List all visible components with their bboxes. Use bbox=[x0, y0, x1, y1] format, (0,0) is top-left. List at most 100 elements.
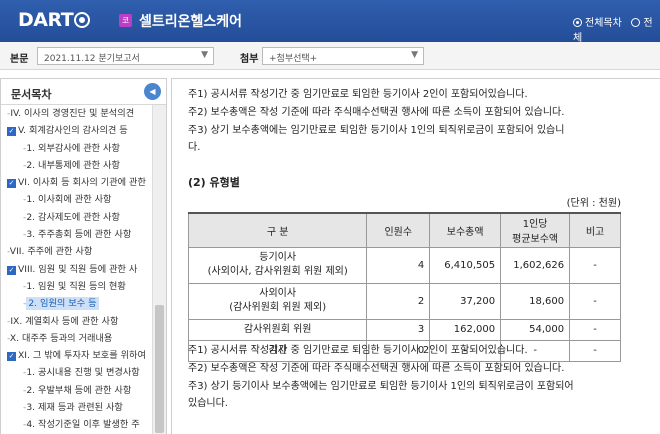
toc-item-label: 2. 감사제도에 관한 사항 bbox=[26, 211, 120, 223]
top-header: DART 코 셀트리온헬스케어 전체목차 전체 bbox=[0, 0, 660, 44]
document-content: 주1) 공시서류 작성기간 중 임기만료로 퇴임한 등기이사 2인이 포함되어있… bbox=[171, 78, 660, 434]
category-detail: (사외이사, 감사위원회 위원 제외) bbox=[207, 266, 348, 277]
toc-scroll-thumb[interactable] bbox=[155, 305, 164, 433]
toc-scrollbar[interactable] bbox=[152, 105, 166, 434]
toc-item-label: V. 회계감사인의 감사의견 등 bbox=[18, 125, 128, 137]
cell-note: - bbox=[569, 282, 621, 320]
toc-item-label: 1. 이사회에 관한 사항 bbox=[26, 194, 112, 206]
note-bottom-3: 주3) 상기 등기이사 보수총액에는 임기만료로 퇴임한 등기이사 1인의 퇴직… bbox=[188, 381, 574, 392]
toc-item[interactable]: -1. 임원 및 직원 등의 현황 bbox=[1, 278, 153, 295]
report-select-value: 2021.11.12 분기보고서 bbox=[44, 54, 140, 64]
note-bottom-1: 주1) 공시서류 작성기간 중 임기만료로 퇴임한 등기이사 2인이 포함되어있… bbox=[188, 345, 528, 356]
toc-item[interactable]: -IX. 계열회사 등에 관한 사항 bbox=[1, 313, 153, 330]
toc-item-label: 1. 임원 및 직원 등의 현황 bbox=[26, 280, 126, 292]
toc-item[interactable]: -1. 외부감사에 관한 사항 bbox=[1, 140, 153, 157]
tree-expander-icon[interactable]: ✓ bbox=[7, 265, 16, 275]
attach-select[interactable]: +첨부선택+ ▼ bbox=[262, 47, 424, 65]
toc-full-radio[interactable]: 전체목차 bbox=[573, 18, 622, 29]
table-row: 감사위원회 위원 3 162,000 54,000- bbox=[187, 318, 621, 341]
note-top-3: 주3) 상기 보수총액에는 임기만료로 퇴임한 등기이사 1인의 퇴직위로금이 … bbox=[188, 125, 565, 136]
toc-item[interactable]: -2. 감사제도에 관한 사항 bbox=[1, 209, 153, 226]
cell-note: - bbox=[569, 339, 621, 362]
collapse-sidebar-button[interactable]: ◀ bbox=[144, 83, 161, 100]
cell-count: 4 bbox=[366, 246, 431, 284]
toc-sidebar: 문서목차 ◀ -IV. 이사의 경영진단 및 분석의견 ✓ V. 회계감사인의 감사… bbox=[0, 78, 167, 434]
table-row: 사외이사 (감사위원회 위원 제외) 2 37,200 18,600- bbox=[187, 282, 621, 320]
cell-total: 162,000 bbox=[429, 318, 502, 341]
toc-item[interactable]: -3. 주주총회 등에 관한 사항 bbox=[1, 226, 153, 243]
toc-title: 문서목차 bbox=[11, 88, 52, 101]
note-top-2: 주2) 보수총액은 작성 기준에 따라 주식매수선택권 행사에 따른 소득이 포… bbox=[188, 107, 565, 118]
header-avg-line1: 1인당 bbox=[522, 219, 548, 231]
cell-note: - bbox=[569, 246, 621, 284]
toc-item[interactable]: -2. 임원의 보수 등 bbox=[1, 295, 153, 312]
category-name: 감사위원회 위원 bbox=[243, 323, 312, 335]
logo-mark-icon bbox=[74, 12, 91, 28]
toc-item[interactable]: -VII. 주주에 관한 사항 bbox=[1, 243, 153, 260]
col-header-total: 보수총액 bbox=[429, 212, 502, 248]
toc-item-label: 2. 임원의 보수 등 bbox=[26, 297, 99, 311]
company-name: 셀트리온헬스케어 bbox=[139, 14, 243, 30]
toc-item[interactable]: -4. 작성기준일 이후 발생한 주 bbox=[1, 416, 153, 433]
toc-item-label: IV. 이사의 경영진단 및 분석의견 bbox=[10, 108, 135, 119]
toc-item-label: 2. 내부통제에 관한 사항 bbox=[26, 159, 120, 171]
cell-total: 6,410,505 bbox=[429, 246, 502, 284]
cell-average: 54,000 bbox=[500, 318, 571, 341]
note-bottom-2: 주2) 보수총액은 작성 기준에 따라 주식매수선택권 행사에 따른 소득이 포… bbox=[188, 363, 565, 374]
toc-item[interactable]: ✓ VIII. 임원 및 직원 등에 관한 사 bbox=[1, 261, 153, 278]
tree-expander-icon[interactable]: ✓ bbox=[7, 352, 16, 362]
toc-item[interactable]: -1. 이사회에 관한 사항 bbox=[1, 191, 153, 208]
toc-item[interactable]: -IV. 이사의 경영진단 및 분석의견 bbox=[1, 105, 153, 122]
report-select[interactable]: 2021.11.12 분기보고서 ▼ bbox=[37, 47, 214, 65]
col-header-note: 비고 bbox=[569, 212, 621, 248]
company-type-badge: 코 bbox=[119, 14, 132, 27]
attach-label: 첨부 bbox=[240, 54, 259, 65]
toc-item-label: XI. 그 밖에 투자자 보호를 위하여 bbox=[18, 350, 146, 362]
table-header-row: 구 분 인원수 보수총액 1인당 평균보수액 비고 bbox=[187, 212, 621, 248]
compensation-table: 구 분 인원수 보수총액 1인당 평균보수액 비고 등기이사 (사외이사, 감사위원… bbox=[187, 212, 621, 362]
toc-item[interactable]: ✓ VI. 이사회 등 회사의 기관에 관한 bbox=[1, 174, 153, 191]
toc-item-label: VII. 주주에 관한 사항 bbox=[9, 246, 93, 258]
col-header-average: 1인당평균보수액 bbox=[500, 212, 571, 248]
tree-expander-icon[interactable]: ✓ bbox=[7, 179, 16, 189]
category-name: 사외이사 bbox=[259, 288, 297, 299]
dart-logo[interactable]: DART bbox=[18, 9, 91, 31]
toc-list: -IV. 이사의 경영진단 및 분석의견 ✓ V. 회계감사인의 감사의견 등 -1.… bbox=[1, 105, 153, 434]
toc-item-label: 1. 외부감사에 관한 사항 bbox=[26, 142, 120, 154]
toc-item[interactable]: -1. 공시내용 진행 및 변경사항 bbox=[1, 364, 153, 381]
logo-text: DART bbox=[18, 9, 74, 31]
toc-item-label: VI. 이사회 등 회사의 기관에 관한 bbox=[18, 177, 146, 189]
cell-category: 감사위원회 위원 bbox=[187, 318, 368, 341]
radio-selected-icon bbox=[573, 18, 582, 27]
attach-select-value: +첨부선택+ bbox=[269, 54, 318, 64]
toc-item-label: 3. 주주총회 등에 관한 사항 bbox=[26, 229, 132, 241]
note-top-3-cont: 다. bbox=[188, 142, 201, 153]
cell-note: - bbox=[569, 318, 621, 341]
col-header-count: 인원수 bbox=[366, 212, 431, 248]
toc-item[interactable]: -3. 제재 등과 관련된 사항 bbox=[1, 399, 153, 416]
chevron-down-icon: ▼ bbox=[411, 50, 418, 60]
toc-item[interactable]: -X. 대주주 등과의 거래내용 bbox=[1, 330, 153, 347]
tree-expander-icon[interactable]: ✓ bbox=[7, 127, 16, 137]
cell-average: 18,600 bbox=[500, 282, 571, 320]
toc-item-label: X. 대주주 등과의 거래내용 bbox=[9, 332, 113, 344]
category-detail: (감사위원회 위원 제외) bbox=[229, 302, 327, 313]
toc-item-label: 2. 우발부채 등에 관한 사항 bbox=[26, 384, 132, 396]
note-bottom-3-cont: 있습니다. bbox=[188, 398, 228, 409]
radio-icon bbox=[631, 18, 641, 27]
toc-item[interactable]: -2. 우발부채 등에 관한 사항 bbox=[1, 382, 153, 399]
toc-item-label: 1. 공시내용 진행 및 변경사항 bbox=[26, 367, 140, 379]
toc-item-label: 4. 작성기준일 이후 발생한 주 bbox=[26, 419, 140, 431]
toc-item-label: IX. 계열회사 등에 관한 사항 bbox=[10, 315, 119, 327]
toc-item[interactable]: -2. 내부통제에 관한 사항 bbox=[1, 157, 153, 174]
note-top-1: 주1) 공시서류 작성기간 중 임기만료로 퇴임한 등기이사 2인이 포함되어있… bbox=[188, 89, 528, 100]
toc-item[interactable]: ✓ V. 회계감사인의 감사의견 등 bbox=[1, 122, 153, 139]
toc-item[interactable]: ✓ XI. 그 밖에 투자자 보호를 위하여 bbox=[1, 347, 153, 364]
toc-header: 문서목차 ◀ bbox=[1, 79, 166, 105]
report-toolbar: 본문 2021.11.12 분기보고서 ▼ 첨부 +첨부선택+ ▼ bbox=[0, 42, 660, 70]
toc-item-label: VIII. 임원 및 직원 등에 관한 사 bbox=[18, 263, 138, 275]
category-name: 등기이사 bbox=[259, 252, 297, 263]
header-avg-line2: 평균보수액 bbox=[512, 234, 559, 246]
toc-mode-toggle: 전체목차 전체 bbox=[573, 14, 660, 44]
report-label: 본문 bbox=[10, 54, 29, 65]
